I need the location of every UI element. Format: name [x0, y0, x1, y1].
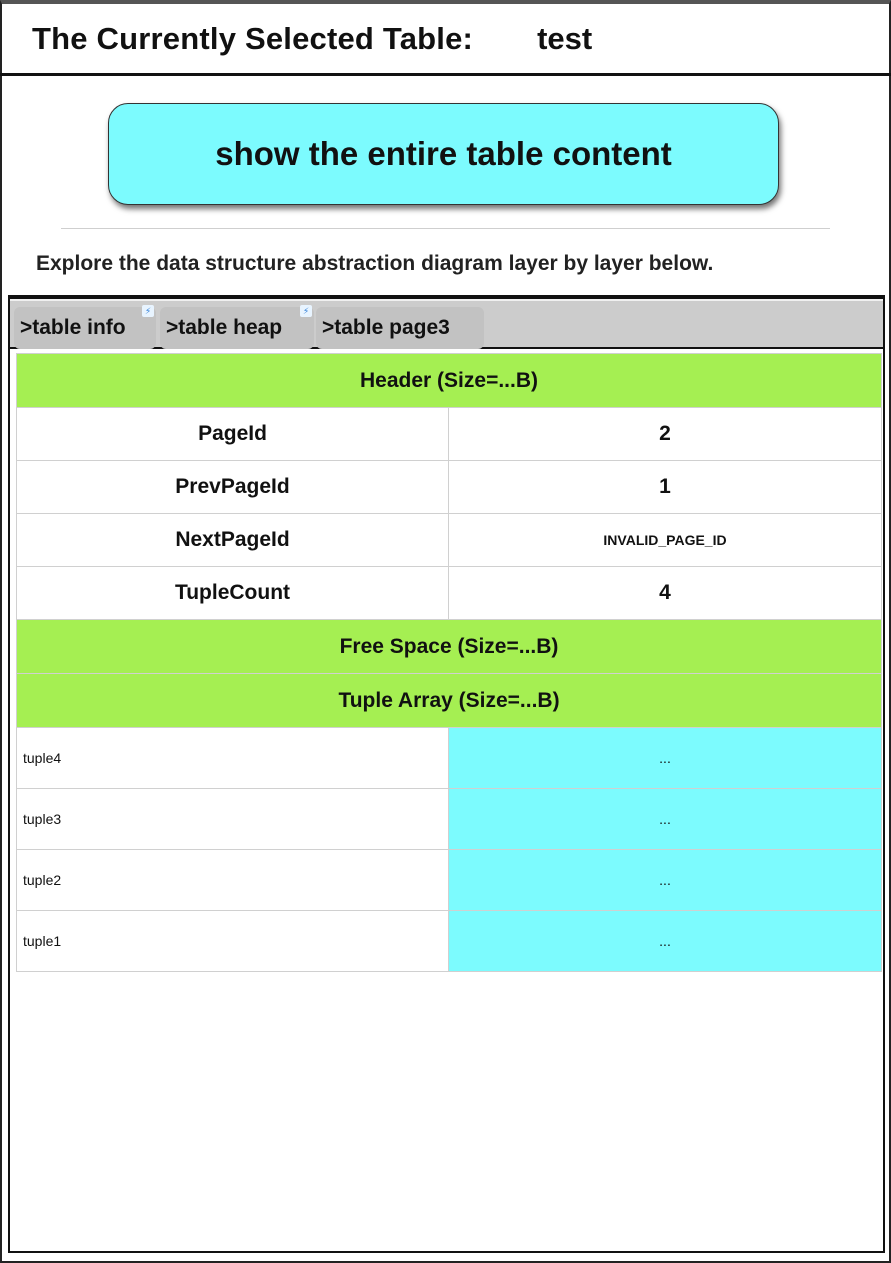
- tuple-value[interactable]: ...: [447, 910, 883, 972]
- header-section-row: Header (Size=...B): [15, 353, 883, 408]
- free-space-section-row: Free Space (Size=...B): [15, 619, 883, 674]
- field-name: NextPageId: [16, 513, 449, 567]
- diagram-panel: >table info ⚡ >table heap ⚡ >table page3…: [8, 295, 885, 1253]
- field-value: 4: [447, 566, 883, 620]
- breadcrumb-table-info[interactable]: >table info ⚡: [14, 305, 156, 349]
- show-table-content-button[interactable]: show the entire table content: [108, 103, 779, 205]
- tuple-name: tuple3: [16, 788, 449, 850]
- tuple-name: tuple4: [16, 727, 449, 789]
- field-value: 1: [447, 460, 883, 514]
- tuple-name: tuple1: [16, 910, 449, 972]
- breadcrumb-table-heap[interactable]: >table heap ⚡: [160, 305, 314, 349]
- bolt-icon: ⚡: [142, 305, 154, 317]
- table-row: tuple1 ...: [16, 910, 883, 972]
- page-structure-table: Header (Size=...B) PageId 2 PrevPageId 1…: [15, 353, 883, 972]
- table-row: tuple3 ...: [16, 788, 883, 850]
- header-section[interactable]: Header (Size=...B): [15, 353, 883, 408]
- breadcrumb-label: >table heap: [166, 316, 283, 339]
- field-row: PrevPageId 1: [16, 460, 883, 514]
- tuple-value[interactable]: ...: [447, 788, 883, 850]
- field-row: PageId 2: [16, 407, 883, 461]
- table-row: tuple4 ...: [16, 727, 883, 789]
- bolt-icon: ⚡: [300, 305, 312, 317]
- selected-table-header: The Currently Selected Table: test: [0, 4, 891, 76]
- table-row: tuple2 ...: [16, 849, 883, 911]
- field-name: TupleCount: [16, 566, 449, 620]
- breadcrumb-label: >table info: [20, 316, 126, 339]
- breadcrumb-label: >table page3: [322, 316, 450, 339]
- tuple-value[interactable]: ...: [447, 727, 883, 789]
- tuple-array-section[interactable]: Tuple Array (Size=...B): [15, 673, 883, 728]
- field-name: PrevPageId: [16, 460, 449, 514]
- breadcrumb: >table info ⚡ >table heap ⚡ >table page3: [10, 297, 883, 349]
- field-name: PageId: [16, 407, 449, 461]
- divider: [61, 228, 830, 229]
- breadcrumb-table-page3[interactable]: >table page3: [316, 307, 484, 349]
- free-space-section[interactable]: Free Space (Size=...B): [15, 619, 883, 674]
- tuple-value[interactable]: ...: [447, 849, 883, 911]
- tuple-array-section-row: Tuple Array (Size=...B): [15, 673, 883, 728]
- selected-table-label: The Currently Selected Table:: [32, 20, 474, 56]
- instructions-text: Explore the data structure abstraction d…: [36, 252, 714, 275]
- field-value: INVALID_PAGE_ID: [447, 513, 883, 567]
- field-row: TupleCount 4: [16, 566, 883, 620]
- field-value: 2: [447, 407, 883, 461]
- field-row: NextPageId INVALID_PAGE_ID: [16, 513, 883, 567]
- selected-table-name: test: [537, 20, 593, 56]
- tuple-name: tuple2: [16, 849, 449, 911]
